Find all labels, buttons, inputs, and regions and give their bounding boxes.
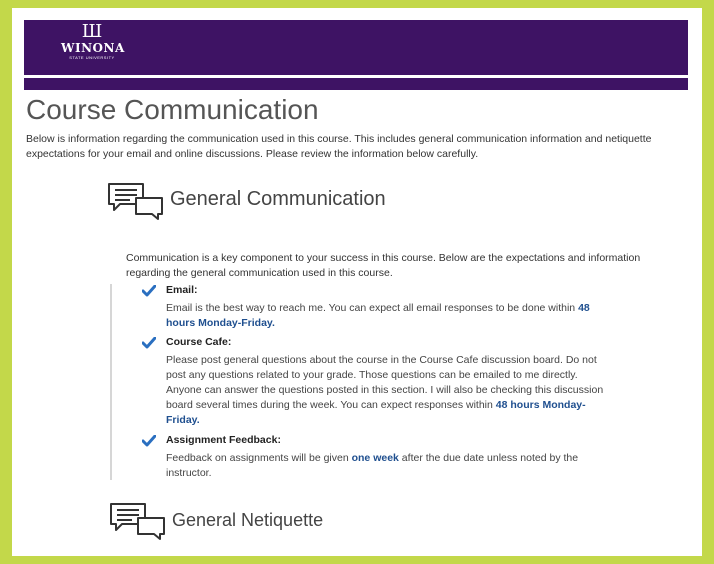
general-communication-title: General Communication <box>170 188 386 210</box>
item-highlight: one week <box>351 452 399 464</box>
logo-mark: Ш <box>81 21 103 42</box>
general-communication-heading: General Communication <box>106 178 426 222</box>
item-title: Email: <box>166 284 198 296</box>
item-text: Feedback on assignments will be given on… <box>166 451 606 481</box>
item-title: Course Cafe: <box>166 336 232 348</box>
logo-subtitle: STATE UNIVERSITY <box>69 55 115 60</box>
banner-underline <box>24 78 688 90</box>
item-text-part: Email is the best way to reach me. You c… <box>166 302 579 314</box>
logo-name: WINONA <box>61 41 125 55</box>
communication-items: Email: Email is the best way to reach me… <box>110 284 692 480</box>
checkmark-icon <box>142 435 156 447</box>
header-banner: Ш WINONA STATE UNIVERSITY <box>24 20 688 75</box>
item-text: Please post general questions about the … <box>166 353 606 428</box>
communication-lead: Communication is a key component to your… <box>126 252 641 279</box>
university-logo[interactable]: Ш WINONA STATE UNIVERSITY <box>61 21 125 71</box>
checkmark-icon <box>142 285 156 297</box>
checkmark-icon <box>142 337 156 349</box>
page-intro: Below is information regarding the commu… <box>26 133 652 160</box>
page-frame: Ш WINONA STATE UNIVERSITY Course Communi… <box>12 8 702 556</box>
page-title: Course Communication <box>26 94 319 125</box>
item-text: Email is the best way to reach me. You c… <box>166 301 606 331</box>
item-text-part: Feedback on assignments will be given <box>166 452 352 464</box>
general-netiquette-title: General Netiquette <box>172 510 324 530</box>
general-netiquette-heading: General Netiquette <box>108 498 428 542</box>
speech-bubbles-icon <box>110 503 165 540</box>
item-title: Assignment Feedback: <box>166 434 281 446</box>
speech-bubbles-icon <box>108 183 163 220</box>
